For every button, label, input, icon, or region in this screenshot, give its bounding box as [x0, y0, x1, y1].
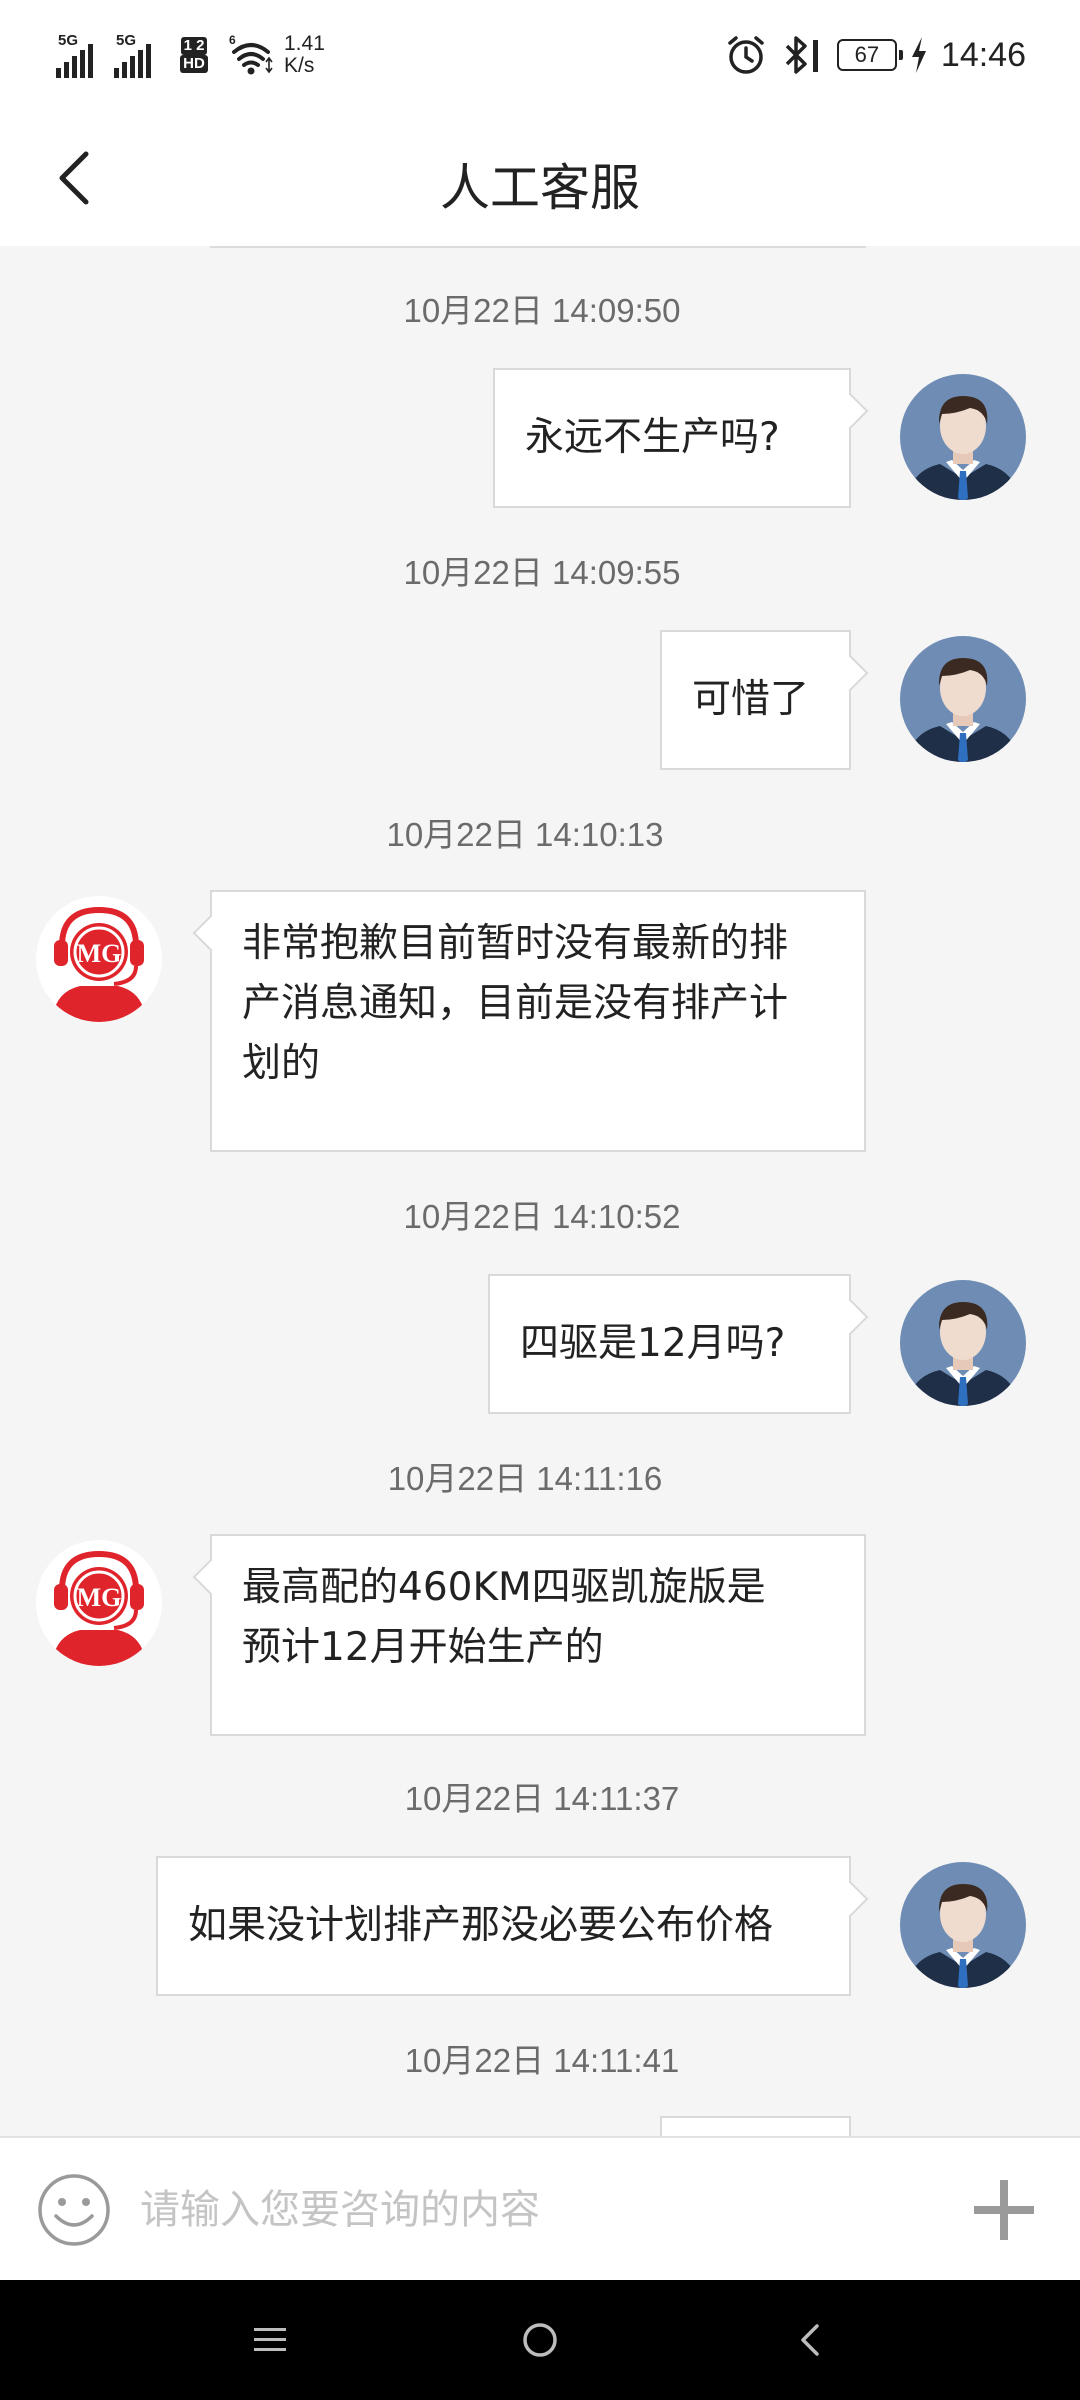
- user-message-bubble[interactable]: 永远不生产吗?: [493, 368, 851, 508]
- hd-icon: 1 2 HD: [174, 32, 214, 78]
- hd-top: 1 2: [180, 37, 208, 55]
- net-speed-unit: K/s: [284, 54, 315, 77]
- user-avatar[interactable]: [900, 1862, 1026, 1988]
- battery-icon: 67: [836, 39, 903, 71]
- hd-bottom: HD: [180, 55, 208, 73]
- user-avatar[interactable]: [900, 374, 1026, 500]
- message-text: 永远不生产吗?: [525, 415, 780, 460]
- user-message-bubble[interactable]: 可惜了: [660, 630, 851, 770]
- agent-message-bubble[interactable]: 最高配的460KM四驱凯旋版是 预计12月开始生产的: [210, 1534, 866, 1736]
- home-icon: [523, 2323, 557, 2357]
- user-message-bubble[interactable]: 四驱是12月吗?: [488, 1274, 851, 1414]
- message-text: 如果没计划排产那没必要公布价格: [188, 1903, 774, 1948]
- mg-agent-avatar-icon: MG: [37, 1541, 161, 1666]
- message-line: 预计12月开始生产的: [242, 1625, 604, 1670]
- wifi-badge: 6: [229, 33, 236, 47]
- message-input-bar: [0, 2136, 1080, 2280]
- battery-level: 67: [854, 42, 880, 67]
- signal-icon: 5G: [114, 32, 166, 78]
- message-timestamp: 10月22日 14:11:41: [404, 2042, 680, 2079]
- user-avatar[interactable]: [900, 1280, 1026, 1406]
- page-title: 人工客服: [440, 159, 640, 217]
- user-avatar[interactable]: [900, 636, 1026, 762]
- message-line: 产消息通知，目前是没有排产计: [242, 981, 789, 1026]
- agent-logo-text: MG: [77, 1583, 122, 1612]
- wifi-icon: 6: [229, 33, 273, 75]
- bluetooth-icon: [785, 36, 818, 74]
- system-nav-bar: [0, 2280, 1080, 2400]
- user-message-bubble[interactable]: [660, 2116, 851, 2136]
- user-message-bubble[interactable]: 如果没计划排产那没必要公布价格: [156, 1856, 851, 1996]
- agent-avatar[interactable]: MG: [36, 896, 162, 1022]
- message-line: 划的: [242, 1041, 321, 1086]
- chat-list[interactable]: 10月22日 14:09:50 永远不生产吗? 10月22日 14:09:55 …: [0, 246, 1080, 2136]
- agent-logo-text: MG: [77, 939, 122, 968]
- message-line: 最高配的460KM四驱凯旋版是: [242, 1565, 766, 1610]
- charging-icon: [911, 37, 926, 73]
- net-speed: 1.41 K/s: [284, 33, 325, 77]
- emoji-icon[interactable]: [36, 2172, 112, 2248]
- message-timestamp: 10月22日 14:09:55: [403, 554, 681, 591]
- home-button[interactable]: [510, 2310, 570, 2370]
- message-input[interactable]: [140, 2168, 900, 2252]
- status-time: 14:46: [940, 35, 1026, 74]
- message-text: 四驱是12月吗?: [520, 1321, 786, 1366]
- message-timestamp: 10月22日 14:11:37: [404, 1780, 680, 1817]
- menu-button[interactable]: [240, 2310, 300, 2370]
- user-avatar-icon: [906, 396, 1020, 500]
- user-avatar-icon: [906, 1884, 1020, 1988]
- divider: [210, 246, 866, 248]
- menu-icon: [254, 2328, 286, 2351]
- message-timestamp: 10月22日 14:10:13: [386, 816, 664, 853]
- signal-icon: 5G: [56, 32, 108, 78]
- message-timestamp: 10月22日 14:10:52: [403, 1198, 681, 1235]
- message-text: 可惜了: [692, 677, 810, 722]
- system-back-button[interactable]: [780, 2310, 840, 2370]
- status-bar: 5G 5G 1 2 HD 6 1.41 K/s 67 14:46: [0, 0, 1080, 110]
- message-timestamp: 10月22日 14:11:16: [387, 1460, 663, 1497]
- back-icon: [801, 2324, 819, 2356]
- app-header: 人工客服: [0, 110, 1080, 246]
- mg-agent-avatar-icon: MG: [37, 897, 161, 1022]
- alarm-icon: [728, 36, 764, 74]
- agent-message-bubble[interactable]: 非常抱歉目前暂时没有最新的排 产消息通知，目前是没有排产计 划的: [210, 890, 866, 1152]
- user-avatar-icon: [906, 1302, 1020, 1406]
- agent-avatar[interactable]: MG: [36, 1540, 162, 1666]
- plus-icon[interactable]: [968, 2174, 1040, 2246]
- user-avatar-icon: [906, 658, 1020, 762]
- message-timestamp: 10月22日 14:09:50: [403, 292, 681, 329]
- net-speed-value: 1.41: [284, 32, 325, 55]
- message-line: 非常抱歉目前暂时没有最新的排: [242, 921, 789, 966]
